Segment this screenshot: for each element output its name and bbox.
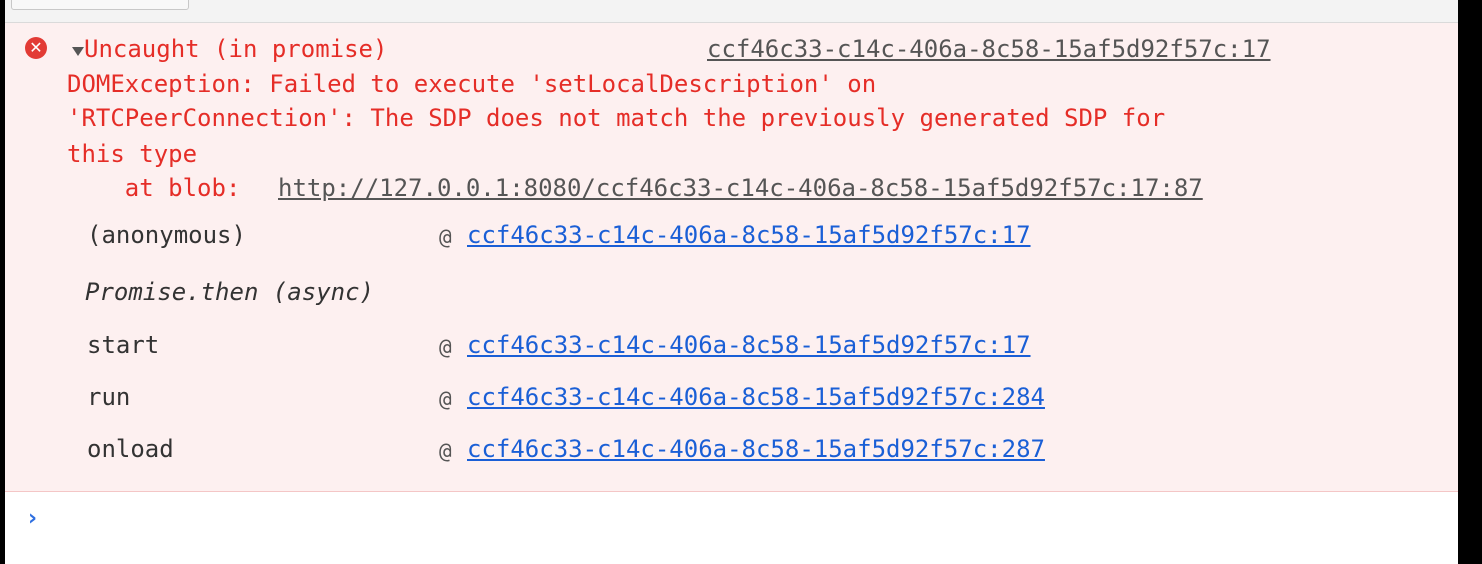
expand-triangle-icon[interactable] (72, 47, 84, 56)
stack-at-prefix: at blob: (67, 174, 241, 202)
async-label: Promise.then (async) (85, 278, 374, 306)
at-symbol: @ (439, 387, 452, 411)
error-message: ✕ Uncaught (in promise) ccf46c33-c14c-40… (5, 23, 1458, 492)
console-input[interactable] (57, 500, 1437, 540)
async-separator: Promise.then (async) (5, 275, 1458, 315)
stack-location-link[interactable]: ccf46c33-c14c-406a-8c58-15af5d92f57c:17 (467, 328, 1031, 362)
devtools-console: ✕ Uncaught (in promise) ccf46c33-c14c-40… (5, 0, 1458, 564)
error-message-line: this type (67, 140, 198, 168)
toolbar-button[interactable] (11, 0, 189, 10)
console-toolbar (5, 0, 1458, 23)
stack-frame: (anonymous) @ ccf46c33-c14c-406a-8c58-15… (5, 218, 1458, 258)
error-message-line: DOMException: Failed to execute 'setLoca… (67, 70, 877, 98)
stack-url-link[interactable]: http://127.0.0.1:8080/ccf46c33-c14c-406a… (278, 171, 1203, 205)
error-circle-icon: ✕ (25, 37, 47, 59)
stack-location-link[interactable]: ccf46c33-c14c-406a-8c58-15af5d92f57c:287 (467, 432, 1045, 466)
stack-frame: onload @ ccf46c33-c14c-406a-8c58-15af5d9… (5, 432, 1458, 472)
console-prompt[interactable]: › (5, 492, 1458, 564)
at-symbol: @ (439, 439, 452, 463)
at-symbol: @ (439, 225, 452, 249)
stack-function-name: run (87, 383, 131, 411)
error-source-link[interactable]: ccf46c33-c14c-406a-8c58-15af5d92f57c:17 (707, 32, 1271, 66)
at-symbol: @ (439, 335, 452, 359)
stack-function-name: (anonymous) (87, 221, 246, 249)
stack-function-name: onload (87, 435, 174, 463)
error-message-line: 'RTCPeerConnection': The SDP does not ma… (67, 104, 1166, 132)
stack-frame: run @ ccf46c33-c14c-406a-8c58-15af5d92f5… (5, 380, 1458, 420)
stack-frame: start @ ccf46c33-c14c-406a-8c58-15af5d92… (5, 328, 1458, 368)
chevron-right-icon: › (28, 506, 38, 531)
stack-location-link[interactable]: ccf46c33-c14c-406a-8c58-15af5d92f57c:17 (467, 218, 1031, 252)
error-title[interactable]: Uncaught (in promise) (84, 32, 387, 66)
stack-function-name: start (87, 331, 160, 359)
stack-location-link[interactable]: ccf46c33-c14c-406a-8c58-15af5d92f57c:284 (467, 380, 1045, 414)
